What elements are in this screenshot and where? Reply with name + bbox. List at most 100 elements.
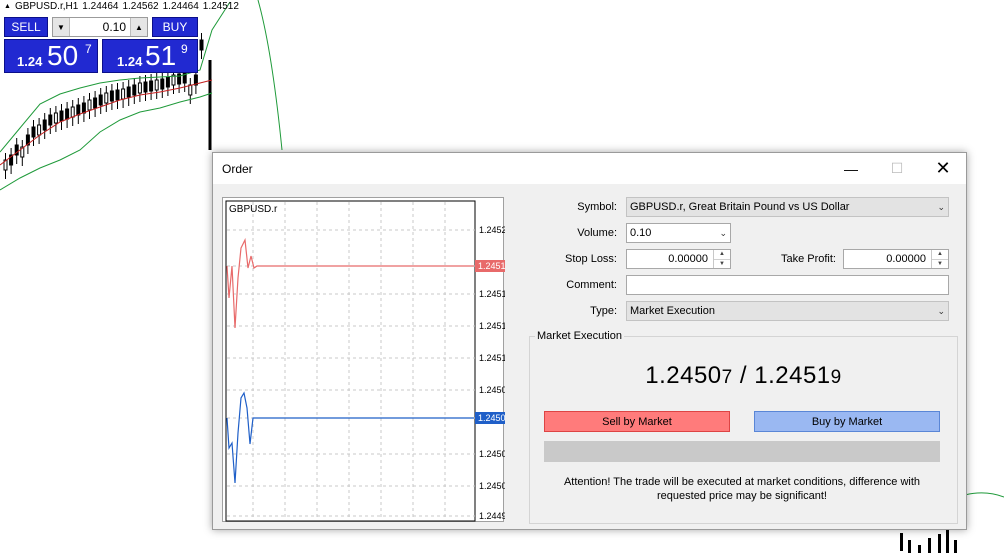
chart-ohlc-open: 1.24464 — [82, 1, 119, 12]
candle-body — [149, 80, 154, 92]
candle-body — [121, 88, 126, 100]
buy-by-market-button[interactable]: Buy by Market — [754, 411, 940, 432]
dialog-titlebar[interactable]: Order — ☐ ✕ — [213, 153, 966, 184]
take-profit-spinner[interactable]: ▲ ▼ — [931, 250, 948, 268]
candlesticks-right — [900, 530, 957, 553]
candle-body — [104, 92, 109, 104]
candle-body — [48, 114, 53, 126]
attention-message: Attention! The trade will be executed at… — [544, 475, 940, 503]
candle-body — [31, 126, 36, 138]
dialog-title: Order — [222, 162, 253, 176]
take-profit-input[interactable]: 0.00000 ▲ ▼ — [843, 249, 949, 269]
one-click-sell-button[interactable]: SELL — [4, 17, 48, 37]
stop-loss-input[interactable]: 0.00000 ▲ ▼ — [626, 249, 731, 269]
symbol-select[interactable]: GBPUSD.r, Great Britain Pound vs US Doll… — [626, 197, 949, 217]
tick-price-label: 1.24512 — [479, 353, 505, 363]
sell-price-box[interactable]: 1.24 50 7 — [4, 39, 98, 73]
bid-ask-display: 1.24507 / 1.24519 — [529, 362, 958, 390]
lot-size-stepper[interactable]: ▼ 0.10 ▲ — [52, 17, 148, 37]
minimize-icon[interactable]: — — [828, 153, 874, 184]
candle-body — [81, 102, 86, 114]
candle-body — [126, 86, 131, 98]
maximize-icon[interactable]: ☐ — [874, 153, 920, 184]
candle-body — [115, 89, 120, 101]
collapse-triangle-icon[interactable]: ▲ — [4, 3, 11, 10]
tick-chart-symbol: GBPUSD.r — [229, 204, 278, 215]
volume-select-value: 0.10 — [630, 227, 652, 239]
candle-body — [132, 84, 137, 96]
candle-body — [65, 108, 70, 120]
lot-size-value[interactable]: 0.10 — [70, 18, 130, 36]
candle-body — [53, 112, 58, 124]
tick-price-label: 1.24499 — [479, 511, 505, 521]
buy-price-prefix: 1.24 — [117, 54, 143, 69]
candle-body — [70, 106, 75, 118]
candle-body — [109, 90, 114, 102]
stop-loss-spinner[interactable]: ▲ ▼ — [713, 250, 730, 268]
volume-label: Volume: — [577, 227, 617, 239]
bid-price-last-digit: 7 — [721, 367, 733, 388]
take-profit-value: 0.00000 — [886, 253, 926, 265]
candle-body — [143, 81, 148, 93]
ask-price-main: 1.2451 — [754, 362, 831, 389]
tick-chart-canvas: GBPUSD.r 1.24522 1.24519 1.24517 1.24514 1.2… — [225, 200, 505, 522]
bollinger-lower-band-right — [964, 492, 1004, 498]
candle-body — [76, 104, 81, 116]
candle-body — [42, 119, 47, 131]
chevron-down-icon: ⌄ — [719, 228, 727, 238]
lot-increase-icon[interactable]: ▲ — [130, 18, 147, 36]
ask-price-last-digit: 9 — [830, 367, 842, 388]
comment-label: Comment: — [566, 279, 617, 291]
one-click-buy-button[interactable]: BUY — [152, 17, 198, 37]
chevron-down-icon: ⌄ — [937, 202, 945, 212]
chart-symbol-timeframe: GBPUSD.r,H1 — [14, 1, 79, 12]
comment-input[interactable] — [626, 275, 949, 295]
attention-line-1: Attention! The trade will be executed at… — [563, 476, 921, 488]
attention-line-2: requested price may be significant! — [657, 490, 827, 502]
candle-body — [87, 99, 92, 111]
tick-price-label: 1.24501 — [479, 481, 505, 491]
candle-body — [165, 76, 170, 88]
ask-price-marker-label: 1.24519 — [478, 261, 505, 271]
buy-price-box[interactable]: 1.24 51 9 — [102, 39, 198, 73]
sell-price-fraction: 7 — [85, 42, 92, 56]
bid-price-main: 1.2450 — [645, 362, 722, 389]
price-separator: / — [732, 362, 755, 389]
symbol-select-value: GBPUSD.r, Great Britain Pound vs US Doll… — [630, 201, 850, 213]
chevron-down-icon: ⌄ — [937, 306, 945, 316]
chart-ohlc-low: 1.24464 — [162, 1, 199, 12]
candle-body — [160, 78, 165, 90]
chart-caption: ▲ GBPUSD.r,H1 1.24464 1.24562 1.24464 1.… — [4, 1, 239, 12]
one-click-trading-panel: SELL ▼ 0.10 ▲ BUY 1.24 50 7 1.24 51 9 — [4, 17, 226, 73]
tick-price-label: 1.24522 — [479, 225, 505, 235]
chart-ohlc-close: 1.24512 — [202, 1, 239, 12]
candle-body — [93, 97, 98, 109]
take-profit-label: Take Profit: — [780, 253, 836, 265]
bid-price-marker-label: 1.24507 — [478, 413, 505, 423]
buy-price-pips: 51 — [145, 40, 177, 71]
candle-body — [59, 110, 64, 122]
sell-price-pips: 50 — [47, 40, 79, 71]
bollinger-upper-band-right — [257, 0, 283, 151]
chart-ohlc-high: 1.24562 — [122, 1, 159, 12]
market-execution-title: Market Execution — [535, 330, 624, 342]
tick-price-label: 1.24509 — [479, 385, 505, 395]
execution-progress-bar — [544, 441, 940, 462]
volume-select[interactable]: 0.10 ⌄ — [626, 223, 731, 243]
sell-by-market-button[interactable]: Sell by Market — [544, 411, 730, 432]
candle-body — [98, 94, 103, 106]
tick-price-label: 1.24514 — [479, 321, 505, 331]
order-type-value: Market Execution — [630, 305, 715, 317]
tick-price-label: 1.24517 — [479, 289, 505, 299]
type-label: Type: — [590, 305, 617, 317]
order-dialog: Order — ☐ ✕ GBPUSD.r 1.245221.245191.245… — [212, 152, 967, 530]
symbol-label: Symbol: — [577, 201, 617, 213]
order-type-select[interactable]: Market Execution ⌄ — [626, 301, 949, 321]
sell-price-prefix: 1.24 — [17, 54, 43, 69]
candle-body — [188, 84, 193, 96]
lot-decrease-icon[interactable]: ▼ — [53, 18, 70, 36]
tick-chart: GBPUSD.r 1.24522 1.24519 1.24517 1.24514 1.2… — [222, 197, 505, 522]
candle-body — [154, 79, 159, 91]
candle-body — [137, 82, 142, 94]
close-icon[interactable]: ✕ — [920, 153, 966, 184]
